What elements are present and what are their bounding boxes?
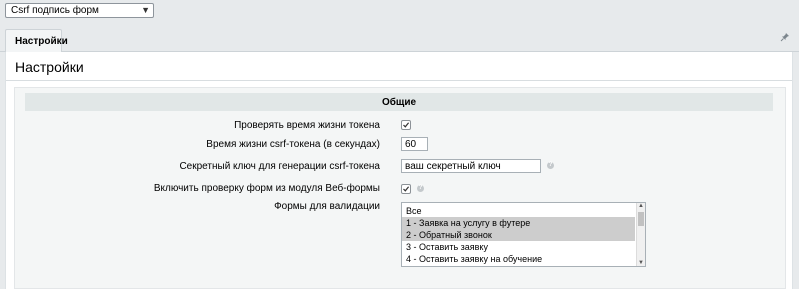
list-item[interactable]: 2 - Обратный звонок <box>402 229 635 241</box>
list-item-label: 2 - Обратный звонок <box>406 230 492 240</box>
section-title: Общие <box>381 97 417 108</box>
list-item[interactable]: 4 - Оставить заявку на обучение <box>402 253 635 265</box>
scroll-up-icon[interactable]: ▲ <box>638 203 644 209</box>
module-select-value: Csrf подпись форм <box>11 5 99 16</box>
help-icon[interactable]: ? <box>417 185 424 192</box>
list-item-label: 3 - Оставить заявку <box>406 242 488 252</box>
scrollbar[interactable]: ▲ ▼ <box>636 203 645 266</box>
token-lifetime-checkbox[interactable] <box>401 120 411 130</box>
webform-checkbox[interactable] <box>401 184 411 194</box>
token-lifetime-check-label: Проверять время жизни токена <box>234 120 380 131</box>
list-item[interactable]: Все <box>402 205 635 217</box>
checkmark-icon <box>403 186 410 192</box>
divider <box>6 80 792 81</box>
list-item-label: Все <box>406 206 422 216</box>
token-lifetime-input[interactable]: 60 <box>401 137 428 151</box>
list-item-label: 4 - Оставить заявку на обучение <box>406 254 543 264</box>
help-icon[interactable]: ? <box>547 162 554 169</box>
list-item-label: 1 - Заявка на услугу в футере <box>406 218 531 228</box>
settings-panel: Настройки Общие Проверять время жизни то… <box>5 52 793 289</box>
secret-key-label: Секретный ключ для генерации csrf-токена <box>179 161 380 172</box>
chevron-down-icon: ▼ <box>141 5 150 15</box>
token-lifetime-label: Время жизни csrf-токена (в секундах) <box>206 139 380 150</box>
pin-icon[interactable] <box>780 32 790 42</box>
scrollbar-thumb[interactable] <box>638 212 644 226</box>
secret-key-value: ваш секретный ключ <box>405 161 501 172</box>
forms-validation-label: Формы для валидации <box>274 201 380 212</box>
section-header: Общие <box>25 93 773 111</box>
settings-section: Общие Проверять время жизни токена Время… <box>14 87 786 289</box>
module-select[interactable]: Csrf подпись форм ▼ <box>5 3 154 18</box>
token-lifetime-value: 60 <box>405 139 417 150</box>
checkmark-icon <box>403 122 410 128</box>
forms-multiselect[interactable]: Все 1 - Заявка на услугу в футере 2 - Об… <box>401 202 646 267</box>
list-item[interactable]: 3 - Оставить заявку <box>402 241 635 253</box>
scroll-down-icon[interactable]: ▼ <box>638 260 644 266</box>
secret-key-input[interactable]: ваш секретный ключ <box>401 159 541 173</box>
page-title: Настройки <box>15 59 84 75</box>
webform-check-label: Включить проверку форм из модуля Веб-фор… <box>153 183 380 194</box>
tab-settings[interactable]: Настройки <box>5 29 68 52</box>
tab-settings-label: Настройки <box>15 36 68 47</box>
list-item[interactable]: 1 - Заявка на услугу в футере <box>402 217 635 229</box>
tab-bar: Настройки <box>0 24 799 52</box>
